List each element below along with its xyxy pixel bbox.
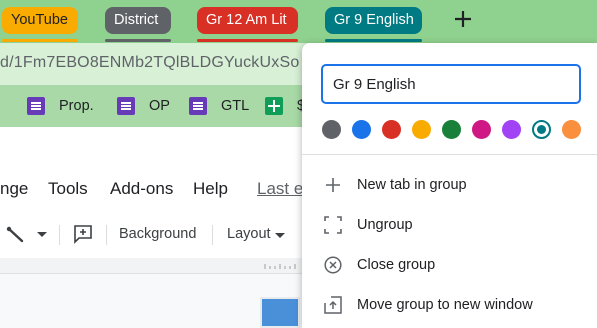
bookmark-gtl[interactable]: GTL bbox=[189, 95, 249, 117]
color-swatch-red[interactable] bbox=[382, 120, 401, 139]
option-label: New tab in group bbox=[357, 177, 467, 193]
background-button[interactable]: Background bbox=[119, 226, 196, 242]
forms-icon bbox=[189, 97, 207, 115]
toolbar-divider bbox=[212, 225, 213, 245]
toolbar-divider bbox=[106, 225, 107, 245]
plus-icon[interactable] bbox=[452, 8, 474, 30]
tab-group-district[interactable]: District bbox=[105, 7, 171, 34]
forms-icon bbox=[27, 97, 45, 115]
bookmark-op[interactable]: OP bbox=[117, 95, 170, 117]
bookmark-label: Prop. bbox=[59, 98, 94, 114]
menu-add-ons[interactable]: Add-ons bbox=[110, 179, 173, 199]
close-circle-icon bbox=[324, 256, 342, 274]
color-swatch-blue[interactable] bbox=[352, 120, 371, 139]
plus-icon bbox=[326, 178, 340, 192]
chevron-down-icon[interactable] bbox=[275, 232, 285, 239]
tab-group-underline bbox=[197, 39, 298, 42]
close-group-option[interactable]: Close group bbox=[302, 245, 597, 285]
chevron-down-icon[interactable] bbox=[37, 231, 47, 239]
tab-group-gr12-am-lit[interactable]: Gr 12 Am Lit bbox=[197, 7, 298, 34]
group-name-input[interactable] bbox=[321, 64, 581, 104]
new-tab-in-group-option[interactable]: New tab in group bbox=[302, 165, 597, 205]
move-group-to-new-window-option[interactable]: Move group to new window bbox=[302, 285, 597, 325]
menu-divider bbox=[302, 154, 597, 155]
tab-group-youtube[interactable]: YouTube bbox=[2, 7, 78, 34]
tab-strip: YouTube District Gr 12 Am Lit Gr 9 Engli… bbox=[0, 0, 597, 43]
menu-tools[interactable]: Tools bbox=[48, 179, 88, 199]
tab-group-underline bbox=[105, 39, 171, 42]
sheets-icon bbox=[265, 97, 283, 115]
tab-group-editor-menu: New tab in group Ungroup Close group Mov… bbox=[302, 43, 597, 328]
open-in-new-window-icon bbox=[324, 296, 342, 314]
bookmark-label: OP bbox=[149, 98, 170, 114]
color-swatch-purple[interactable] bbox=[502, 120, 521, 139]
color-swatch-pink[interactable] bbox=[472, 120, 491, 139]
option-label: Close group bbox=[357, 257, 436, 273]
ungroup-option[interactable]: Ungroup bbox=[302, 205, 597, 245]
bookmark-prop[interactable]: Prop. bbox=[27, 95, 94, 117]
color-swatch-grey[interactable] bbox=[322, 120, 341, 139]
last-edit-link[interactable]: Last e bbox=[257, 179, 303, 199]
option-label: Move group to new window bbox=[357, 297, 533, 313]
add-comment-icon[interactable] bbox=[73, 224, 93, 244]
layout-button[interactable]: Layout bbox=[227, 226, 271, 242]
color-swatch-cyan-selected[interactable] bbox=[532, 120, 551, 139]
color-swatch-yellow[interactable] bbox=[412, 120, 431, 139]
tab-group-underline bbox=[325, 39, 422, 42]
color-swatch-green[interactable] bbox=[442, 120, 461, 139]
slide-image[interactable] bbox=[260, 297, 300, 328]
forms-icon bbox=[117, 97, 135, 115]
line-tool-icon[interactable] bbox=[6, 225, 26, 245]
ungroup-icon bbox=[324, 216, 342, 234]
address-bar-url[interactable]: d/1Fm7EBO8ENMb2TQlBLDGYuckUxSo bbox=[0, 54, 299, 72]
ruler-ticks bbox=[264, 264, 296, 269]
menu-arrange[interactable]: nge bbox=[0, 179, 28, 199]
bookmark-label: GTL bbox=[221, 98, 250, 114]
option-label: Ungroup bbox=[357, 217, 413, 233]
toolbar-divider bbox=[59, 225, 60, 245]
menu-help[interactable]: Help bbox=[193, 179, 228, 199]
tab-group-gr9-english[interactable]: Gr 9 English bbox=[325, 7, 422, 34]
tab-group-underline bbox=[2, 39, 78, 42]
bookmark-dollar[interactable]: $ bbox=[265, 95, 305, 117]
color-swatch-orange[interactable] bbox=[562, 120, 581, 139]
